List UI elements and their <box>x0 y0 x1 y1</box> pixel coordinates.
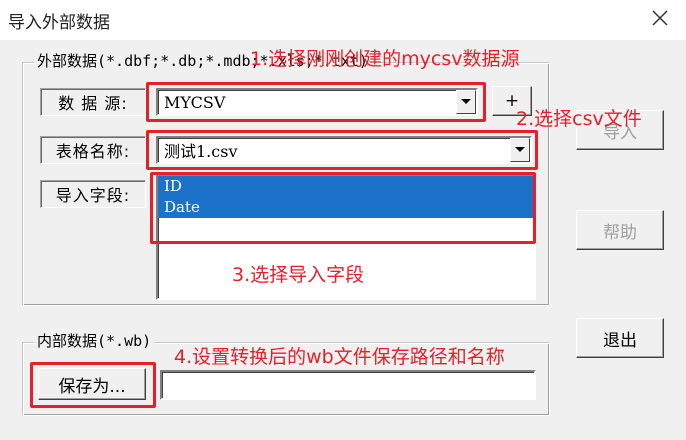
annotation-step4: 4.设置转换后的wb文件保存路径和名称 <box>174 346 505 368</box>
window-title: 导入外部数据 <box>8 13 110 33</box>
save-path-input[interactable] <box>160 370 536 400</box>
table-name-label: 表格名称: <box>40 136 146 164</box>
exit-button[interactable]: 退出 <box>576 318 664 358</box>
datasource-label: 数 据 源: <box>40 88 146 116</box>
annotation-step3: 3.选择导入字段 <box>232 264 365 286</box>
annotation-box-fields <box>150 172 536 244</box>
annotation-box-save-as <box>30 362 156 408</box>
annotation-step1: 1.选择刚刚创建的mycsv数据源 <box>250 48 520 70</box>
annotation-step2: 2.选择csv文件 <box>516 108 642 130</box>
help-button[interactable]: 帮助 <box>576 210 664 250</box>
annotation-box-datasource <box>146 82 486 122</box>
internal-group-caption: 内部数据(*.wb) <box>34 330 155 351</box>
close-icon[interactable] <box>648 6 672 30</box>
import-fields-label: 导入字段: <box>40 180 146 208</box>
annotation-box-table <box>146 130 538 170</box>
